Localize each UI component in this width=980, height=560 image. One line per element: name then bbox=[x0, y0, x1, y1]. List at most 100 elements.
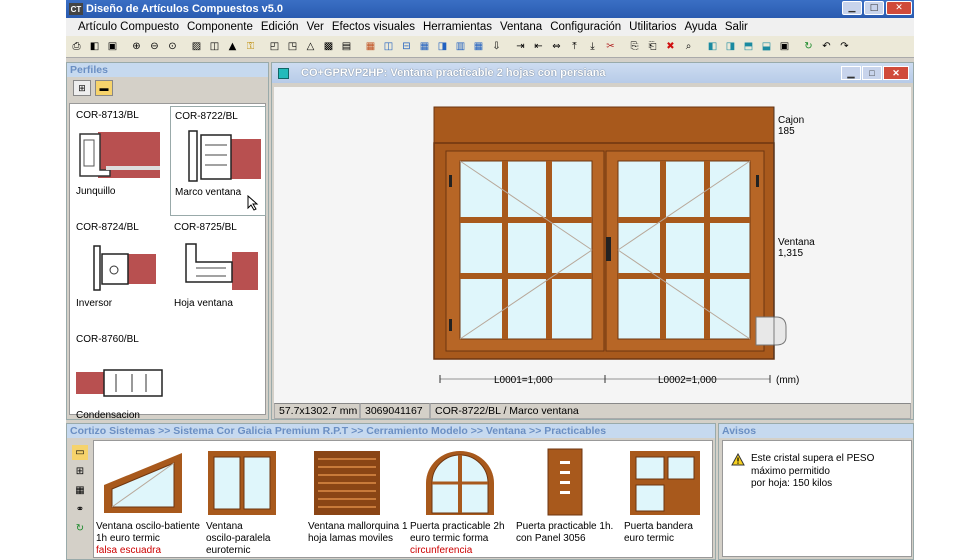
profile-view-icon[interactable]: ▬ bbox=[95, 80, 113, 96]
catalog-panel: Cortizo Sistemas >> Sistema Cor Galicia … bbox=[66, 423, 716, 560]
folder-icon[interactable]: ▭ bbox=[72, 445, 88, 460]
maximize-button[interactable]: □ bbox=[864, 1, 884, 15]
menu-utilitarios[interactable]: Utilitarios bbox=[625, 21, 680, 33]
profile-code: COR-8722/BL bbox=[175, 111, 238, 122]
window-frame-icon[interactable]: ◰ bbox=[266, 38, 283, 55]
item-label-3: euroternic bbox=[206, 545, 251, 556]
search-doc-icon[interactable]: ⌕ bbox=[680, 38, 697, 55]
window-frame-2-icon[interactable]: ◳ bbox=[284, 38, 301, 55]
close-button[interactable]: ✕ bbox=[886, 1, 912, 15]
menu-ayuda[interactable]: Ayuda bbox=[680, 21, 720, 33]
arrows-icon[interactable]: ⇔ bbox=[548, 38, 565, 55]
profile-item-selected[interactable]: COR-8722/BL Marco ventana bbox=[170, 106, 266, 216]
box-up-icon[interactable]: ⬒ bbox=[740, 38, 757, 55]
catalog-item[interactable]: Puerta practicable 1h. con Panel 3056 bbox=[516, 443, 620, 557]
document-icon bbox=[278, 67, 289, 79]
tree-icon[interactable]: ⊞ bbox=[72, 464, 88, 479]
app-icon: CT bbox=[69, 3, 83, 15]
dim-ventana-value: 1,315 bbox=[778, 248, 803, 259]
split-v-icon[interactable]: ◫ bbox=[380, 38, 397, 55]
menu-ver[interactable]: Ver bbox=[303, 21, 328, 33]
grid-3-icon[interactable]: ▦ bbox=[470, 38, 487, 55]
doc-maximize-button[interactable]: □ bbox=[862, 66, 882, 80]
profile-thumbnail bbox=[76, 369, 163, 397]
minimize-button[interactable]: ▁ bbox=[842, 1, 862, 15]
catalog-item[interactable]: Puerta practicable 2h euro termic forma … bbox=[410, 443, 514, 557]
grid-2-icon[interactable]: ▥ bbox=[452, 38, 469, 55]
menu-configuracion[interactable]: Configuración bbox=[546, 21, 625, 33]
catalog-item[interactable]: Puerta bandera euro termic bbox=[624, 443, 728, 557]
menu-articulo-compuesto[interactable]: Artículo Compuesto bbox=[74, 21, 183, 33]
toolbar-separator bbox=[356, 38, 361, 55]
app-window: CT Diseño de Artículos Compuestos v5.0 ▁… bbox=[66, 0, 914, 560]
screen-icon[interactable]: ▤ bbox=[338, 38, 355, 55]
box-left-icon[interactable]: ◧ bbox=[704, 38, 721, 55]
avisos-body: Este cristal supera el PESO máximo permi… bbox=[722, 440, 912, 557]
key-icon[interactable]: ⚿ bbox=[242, 38, 259, 55]
item-label-1: Ventana oscilo-batiente bbox=[96, 521, 200, 532]
up-bar-icon[interactable]: ⤒ bbox=[566, 38, 583, 55]
item-thumbnail bbox=[547, 448, 583, 516]
print-preview-icon[interactable]: ⎙ bbox=[68, 38, 85, 55]
menu-salir[interactable]: Salir bbox=[721, 21, 752, 33]
brick-icon[interactable]: ▦ bbox=[362, 38, 379, 55]
zoom-out-icon[interactable]: ⊖ bbox=[146, 38, 163, 55]
item-label-2: oscilo-paralela bbox=[206, 533, 271, 544]
profile-item[interactable]: COR-8724/BL Inversor bbox=[72, 218, 168, 328]
menu-herramientas[interactable]: Herramientas bbox=[419, 21, 496, 33]
split-v2-icon[interactable]: ◨ bbox=[434, 38, 451, 55]
graduation-icon[interactable]: ▲ bbox=[224, 38, 241, 55]
profile-thumbnail bbox=[79, 132, 160, 178]
refresh-icon[interactable]: ↻ bbox=[800, 38, 817, 55]
item-thumbnail bbox=[630, 451, 700, 515]
doc-minimize-button[interactable]: ▁ bbox=[841, 66, 861, 80]
doc-close-button[interactable]: ✕ bbox=[883, 66, 909, 80]
design-canvas[interactable]: Cajon 185 Ventana 1,315 L0001=1,000 L000… bbox=[274, 87, 911, 403]
new-doc-icon[interactable]: ◧ bbox=[86, 38, 103, 55]
back-icon[interactable]: ↶ bbox=[818, 38, 835, 55]
catalog-item[interactable]: Ventana oscilo-batiente 1h euro termic f… bbox=[96, 443, 200, 557]
profile-item[interactable]: COR-8725/BL Hoja ventana bbox=[170, 218, 266, 328]
copy-icon[interactable]: ⎘ bbox=[626, 38, 643, 55]
menu-componente[interactable]: Componente bbox=[183, 21, 257, 33]
table-icon[interactable]: ▦ bbox=[72, 483, 88, 498]
right-bar-icon[interactable]: ⇥ bbox=[512, 38, 529, 55]
menu-edicion[interactable]: Edición bbox=[257, 21, 303, 33]
aviso-line-3: por hoja: 150 kilos bbox=[751, 478, 833, 489]
catalog-item[interactable]: Ventana mallorquina 1 hoja lamas moviles bbox=[308, 443, 412, 557]
menu-efectos-visuales[interactable]: Efectos visuales bbox=[328, 21, 419, 33]
image-2-icon[interactable]: ▩ bbox=[320, 38, 337, 55]
document-title-bar: CO+GPRVP2HP: Ventana practicable 2 hojas… bbox=[272, 63, 913, 83]
tree-view-icon[interactable]: ⊞ bbox=[73, 80, 91, 96]
box-down-icon[interactable]: ⬓ bbox=[758, 38, 775, 55]
split-h-icon[interactable]: ⊟ bbox=[398, 38, 415, 55]
profile-item[interactable]: COR-8713/BL Junquillo bbox=[72, 106, 168, 216]
dim-l2: L0002=1,000 bbox=[658, 375, 717, 386]
export-icon[interactable]: ◫ bbox=[206, 38, 223, 55]
frame-icon[interactable]: ▣ bbox=[776, 38, 793, 55]
grid-icon[interactable]: ▦ bbox=[416, 38, 433, 55]
scissors-icon[interactable]: ✂ bbox=[602, 38, 619, 55]
save-icon[interactable]: ▣ bbox=[104, 38, 121, 55]
refresh-icon[interactable]: ↻ bbox=[72, 521, 88, 536]
catalog-item[interactable]: Ventana oscilo-paralela euroternic bbox=[206, 443, 310, 557]
box-right-icon[interactable]: ◨ bbox=[722, 38, 739, 55]
status-profile: COR-8722/BL / Marco ventana bbox=[430, 403, 911, 419]
menu-ventana[interactable]: Ventana bbox=[496, 21, 546, 33]
link-icon[interactable]: ⚭ bbox=[72, 502, 88, 517]
profile-code: COR-8724/BL bbox=[76, 222, 139, 233]
paste-icon[interactable]: ⎗ bbox=[644, 38, 661, 55]
zoom-in-icon[interactable]: ⊕ bbox=[128, 38, 145, 55]
zoom-fit-icon[interactable]: ⊙ bbox=[164, 38, 181, 55]
image-icon[interactable]: ▨ bbox=[188, 38, 205, 55]
delete-icon[interactable]: ✖ bbox=[662, 38, 679, 55]
profile-name: Junquillo bbox=[76, 186, 116, 197]
profile-thumbnail bbox=[188, 130, 261, 182]
forward-icon[interactable]: ↷ bbox=[836, 38, 853, 55]
item-label-1: Puerta practicable 1h. bbox=[516, 521, 614, 532]
down-bar-icon[interactable]: ⤓ bbox=[584, 38, 601, 55]
down-arrow-icon[interactable]: ⇩ bbox=[488, 38, 505, 55]
perfiles-panel: Perfiles ⊞ ▬ COR-8713/BL Junquillo COR-8… bbox=[66, 62, 269, 421]
triangle-icon[interactable]: △ bbox=[302, 38, 319, 55]
left-bar-icon[interactable]: ⇤ bbox=[530, 38, 547, 55]
